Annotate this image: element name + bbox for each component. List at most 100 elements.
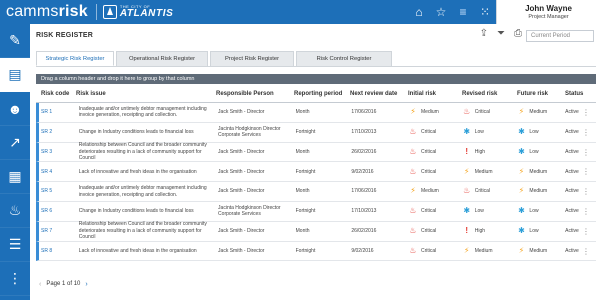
column-header[interactable]: Next review date — [350, 91, 408, 97]
sidebar-item-trends[interactable]: ↗ — [0, 126, 30, 160]
bolt-icon: ⚡ — [518, 166, 525, 176]
reporting-period: Month — [295, 227, 310, 234]
head-gear-icon: ☻ — [7, 100, 23, 117]
column-header[interactable]: Reporting period — [294, 91, 350, 97]
table-row[interactable]: SR 4 Lack of innovative and fresh ideas i… — [36, 162, 596, 183]
prev-page-icon[interactable]: ‹ — [39, 281, 41, 288]
risk-level-label: High — [474, 148, 486, 155]
reporting-period: Month — [295, 109, 310, 116]
table-row[interactable]: SR 6 Change in Industry conditions leads … — [36, 201, 596, 222]
kebab-menu-icon[interactable]: ⋮ — [582, 187, 590, 196]
table-row[interactable]: SR 8 Lack of innovative and fresh ideas i… — [36, 241, 596, 262]
initial-risk: ⚡ Medium — [409, 107, 463, 117]
kebab-menu-icon[interactable]: ⋮ — [582, 128, 590, 137]
snowflake-icon: ✱ — [518, 206, 525, 216]
council-emblem-icon — [102, 5, 117, 19]
table-row[interactable]: SR 5 Inadequate and/or untimely debtor ma… — [36, 182, 596, 202]
kebab-menu-icon[interactable]: ⋮ — [582, 148, 590, 157]
status: Active — [565, 168, 579, 175]
column-header[interactable]: Initial risk — [408, 91, 462, 97]
snowflake-icon: ✱ — [463, 206, 471, 216]
grid-icon[interactable]: ⁙ — [478, 5, 492, 19]
signature-icon: ✎ — [9, 32, 21, 48]
kebab-menu-icon[interactable]: ⋮ — [582, 247, 590, 256]
future-risk: ⚡ Medium — [517, 167, 565, 177]
risk-level-label: Critical — [474, 188, 490, 195]
home-icon[interactable]: ⌂ — [412, 5, 426, 19]
tab-project[interactable]: Project Risk Register — [210, 51, 294, 66]
bolt-icon: ⚡ — [463, 166, 470, 176]
bolt-icon: ⚡ — [518, 186, 525, 196]
revised-risk: ⚡ Medium — [463, 246, 518, 256]
future-risk: ✱ Low — [517, 226, 565, 236]
table-row[interactable]: SR 2 Change in Industry conditions leads … — [36, 122, 596, 143]
sidebar-item-controls[interactable]: ⋮ — [0, 262, 30, 296]
filter-icon[interactable]: ⏷ — [497, 28, 505, 39]
risk-level-label: Critical — [421, 227, 437, 234]
risk-level-label: Critical — [421, 247, 437, 254]
table-row[interactable]: SR 3 Relationship between Council and the… — [36, 142, 596, 163]
risk-level-label: Medium — [529, 188, 548, 195]
risk-issue: Relationship between Council and the bro… — [78, 142, 207, 162]
future-risk: ⚡ Medium — [517, 107, 565, 117]
period-select[interactable]: Current Period — [526, 30, 594, 42]
next-page-icon[interactable]: › — [85, 281, 87, 288]
export-icon[interactable]: ⇪ — [480, 28, 488, 39]
risk-table: Risk code Risk issue Responsible Person … — [36, 86, 596, 262]
risk-level-label: Low — [529, 148, 539, 155]
status: Active — [565, 188, 579, 195]
list-icon[interactable]: ≡ — [456, 5, 470, 19]
initial-risk: ♨ Critical — [409, 206, 463, 216]
kebab-menu-icon[interactable]: ⋮ — [582, 227, 590, 236]
flame-icon: ♨ — [409, 166, 417, 176]
kebab-menu-icon[interactable]: ⋮ — [582, 167, 590, 176]
flame-icon: ♨ — [409, 206, 417, 216]
column-header[interactable]: Risk code — [36, 91, 76, 97]
user-profile[interactable]: John Wayne Project Manager — [496, 0, 600, 24]
tab-risk-control[interactable]: Risk Control Register — [296, 51, 392, 66]
page-title: RISK REGISTER — [36, 32, 94, 39]
group-by-bar[interactable]: Drag a column header and drop it here to… — [36, 74, 596, 84]
kebab-menu-icon[interactable]: ⋮ — [582, 207, 590, 216]
table-row[interactable]: SR 7 Relationship between Council and the… — [36, 221, 596, 242]
tab-operational[interactable]: Operational Risk Register — [116, 51, 208, 66]
sidebar-item-insights[interactable]: ☻ — [0, 92, 30, 126]
reporting-period: Month — [295, 188, 310, 195]
sidebar-item-documents[interactable]: ▦ — [0, 160, 30, 194]
page-indicator: Page 1 of 10 — [46, 281, 81, 287]
bolt-icon: ⚡ — [410, 186, 416, 196]
responsible-person: Jack Smith - Director — [218, 227, 265, 234]
brand-logo[interactable]: cammsrisk — [0, 3, 88, 21]
column-header[interactable]: Revised risk — [462, 91, 517, 97]
risk-code: SR 4 — [41, 168, 53, 175]
sidebar-item-incidents[interactable]: ♨ — [0, 194, 30, 228]
risk-level-label: Critical — [421, 128, 437, 135]
tab-strategic[interactable]: Strategic Risk Register — [36, 51, 114, 66]
sliders-alt-icon: ⋮ — [8, 270, 22, 286]
sidebar-item-settings[interactable]: ☰ — [0, 228, 30, 262]
reporting-period: Month — [295, 148, 310, 155]
status: Active — [565, 247, 579, 254]
risk-code: SR 8 — [41, 247, 53, 254]
responsible-person: Jack Smith - Director — [218, 148, 265, 155]
sidebar-item-risk-register[interactable]: ▤ — [0, 58, 30, 92]
table-row[interactable]: SR 1 Inadequate and/or untimely debtor ma… — [36, 103, 596, 123]
column-header[interactable]: Future risk — [517, 91, 565, 97]
initial-risk: ♨ Critical — [409, 167, 463, 177]
next-review-date: 26/02/2016 — [351, 148, 377, 155]
revised-risk: ♨ Critical — [463, 107, 518, 117]
user-name: John Wayne — [525, 4, 572, 13]
column-header[interactable]: Risk issue — [76, 91, 216, 97]
responsible-person: Jack Smith - Director — [218, 168, 265, 175]
print-icon[interactable]: ⎙ — [514, 28, 522, 39]
responsible-person: Jack Smith - Director — [218, 188, 265, 195]
sliders-icon: ☰ — [8, 236, 22, 252]
responsible-person: Jack Smith - Director — [218, 247, 265, 254]
column-header[interactable]: Responsible Person — [216, 91, 294, 97]
column-header[interactable]: Status — [565, 91, 596, 97]
reporting-period: Fortnight — [295, 208, 316, 215]
sidebar-item-signature[interactable]: ✎ — [0, 24, 30, 58]
kebab-menu-icon[interactable]: ⋮ — [582, 108, 590, 117]
star-icon[interactable]: ☆ — [434, 5, 448, 19]
risk-code: SR 1 — [41, 109, 53, 116]
